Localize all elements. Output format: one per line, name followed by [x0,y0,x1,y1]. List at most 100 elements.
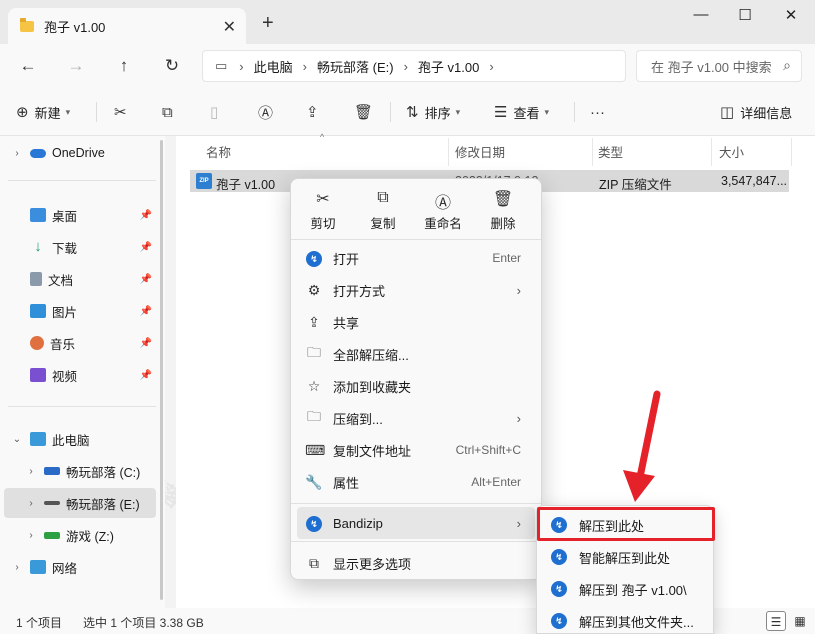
breadcrumb-folder[interactable]: 孢子 v1.00 [418,57,479,76]
submenu-item-extract-other[interactable]: ↯ 解压到其他文件夹... [541,606,711,634]
view-button[interactable]: ☰ 查看 ▾ [494,102,549,122]
tab-close-icon[interactable]: ✕ [223,17,236,37]
divider [8,406,156,407]
chevron-right-icon[interactable]: › [24,530,38,541]
breadcrumb-this-pc[interactable]: 此电脑 [254,57,293,76]
sidebar-item-documents[interactable]: 文档 📌 [4,264,156,294]
copy-button[interactable]: ⧉ [162,102,179,122]
chevron-right-icon[interactable]: › [303,59,307,74]
tiles-view-icon[interactable]: ▦ [790,611,810,631]
column-divider[interactable] [448,138,449,166]
menu-item-show-more[interactable]: ⧉ 显示更多选项 [297,547,535,579]
chevron-right-icon[interactable]: › [10,148,24,159]
cloud-icon [30,148,46,158]
search-icon: ⌕ [783,57,791,73]
star-icon: ☆ [307,377,321,394]
menu-item-open-with[interactable]: ⚙ 打开方式 › [297,274,535,306]
menu-item-properties[interactable]: 🔧 属性 Alt+Enter [297,466,535,498]
minimize-button[interactable]: — [686,6,716,26]
menu-item-open[interactable]: ↯ 打开 Enter [297,242,535,274]
column-header-name[interactable]: 名称 [206,142,231,161]
copy-action[interactable]: ⧉ 复制 [355,187,411,235]
chevron-right-icon[interactable]: › [404,59,408,74]
menu-item-add-favorites[interactable]: ☆ 添加到收藏夹 [297,370,535,402]
maximize-button[interactable]: ☐ [730,6,760,26]
refresh-button[interactable]: ↻ [158,52,186,80]
chevron-right-icon: › [516,410,521,426]
divider [291,503,541,504]
pin-icon[interactable]: 📌 [140,274,152,285]
new-tab-button[interactable]: + [262,12,274,35]
details-view-icon[interactable]: ☰ [766,611,786,631]
desktop-icon [30,208,46,222]
close-button[interactable]: ✕ [776,6,806,26]
submenu-item-smart-extract[interactable]: ↯ 智能解压到此处 [541,542,711,572]
copy-label: 复制 [370,217,396,231]
sidebar-item-videos[interactable]: 视频 📌 [4,360,156,390]
rename-action[interactable]: Ⓐ 重命名 [415,187,471,235]
sort-ascending-icon: ^ [320,132,325,142]
new-label: 新建 [34,105,61,121]
address-bar[interactable]: ▭ › 此电脑 › 畅玩部落 (E:) › 孢子 v1.00 › [202,50,626,82]
submenu-item-extract-to-folder[interactable]: ↯ 解压到 孢子 v1.00\ [541,574,711,604]
pin-icon[interactable]: 📌 [140,242,152,253]
shortcut-label: Ctrl+Shift+C [455,443,521,457]
pin-icon[interactable]: 📌 [140,210,152,221]
sidebar-item-desktop[interactable]: 桌面 📌 [4,200,156,230]
chevron-right-icon[interactable]: › [239,59,243,74]
sidebar-item-music[interactable]: 音乐 📌 [4,328,156,358]
breadcrumb-drive-e[interactable]: 畅玩部落 (E:) [317,57,394,76]
sidebar-item-pictures[interactable]: 图片 📌 [4,296,156,326]
more-button[interactable]: ··· [590,102,611,122]
chevron-down-icon[interactable]: ⌄ [10,434,24,445]
sidebar-item-drive-e[interactable]: › 畅玩部落 (E:) [4,488,156,518]
pin-icon[interactable]: 📌 [140,370,152,381]
column-header-date[interactable]: 修改日期 [455,142,505,161]
chevron-right-icon[interactable]: › [489,59,493,74]
pictures-icon [30,304,46,318]
sidebar-item-network[interactable]: › 网络 [4,552,156,582]
sidebar-label: 音乐 [50,337,76,352]
menu-item-share[interactable]: ⇪ 共享 [297,306,535,338]
file-name: 孢子 v1.00 [216,178,276,192]
delete-action[interactable]: 🗑 删除 [475,187,531,235]
chevron-right-icon[interactable]: › [24,498,38,509]
sidebar-item-drive-z[interactable]: › 游戏 (Z:) [18,520,156,550]
column-header-type[interactable]: 类型 [598,142,623,161]
forward-button[interactable]: → [62,52,90,80]
cut-action[interactable]: ✂ 剪切 [295,187,351,235]
sidebar-item-drive-c[interactable]: › 畅玩部落 (C:) [18,456,156,486]
column-divider[interactable] [791,138,792,166]
delete-button[interactable]: 🗑 [354,102,379,122]
column-header-size[interactable]: 大小 [719,142,744,161]
pin-icon[interactable]: 📌 [140,306,152,317]
back-button[interactable]: ← [14,52,42,80]
menu-item-copy-path[interactable]: ⌨ 复制文件地址 Ctrl+Shift+C [297,434,535,466]
sidebar-item-downloads[interactable]: ↓ 下载 📌 [4,232,156,262]
music-icon [30,336,44,350]
menu-item-extract-all[interactable]: 🗀 全部解压缩... [297,338,535,370]
chevron-right-icon[interactable]: › [24,466,38,477]
share-button[interactable]: ⇪ [306,102,325,122]
search-box[interactable]: 在 孢子 v1.00 中搜索 ⌕ [636,50,802,82]
divider [390,102,391,122]
cut-button[interactable]: ✂ [114,102,133,122]
paste-button[interactable]: ▯ [210,102,224,122]
chevron-right-icon[interactable]: › [10,562,24,573]
tab-current[interactable]: 孢子 v1.00 ✕ [8,8,246,44]
menu-item-compress-to[interactable]: 🗀 压缩到... › [297,402,535,434]
column-divider[interactable] [711,138,712,166]
new-button[interactable]: ⊕ 新建 ▾ [16,102,70,122]
sidebar-item-this-pc[interactable]: ⌄ 此电脑 [4,424,156,454]
column-divider[interactable] [592,138,593,166]
menu-item-label: Bandizip [333,515,383,531]
sidebar-scrollbar[interactable] [160,140,163,600]
sort-button[interactable]: ⇅ 排序 ▾ [406,102,460,122]
menu-item-bandizip[interactable]: ↯ Bandizip › [297,507,535,539]
sidebar-item-onedrive[interactable]: › OneDrive [4,138,156,168]
pin-icon[interactable]: 📌 [140,338,152,349]
bandizip-icon: ↯ [306,251,322,267]
up-button[interactable]: ↑ [110,52,138,80]
rename-button[interactable]: Ⓐ [258,102,279,122]
details-button[interactable]: ◫ 详细信息 [720,102,792,122]
